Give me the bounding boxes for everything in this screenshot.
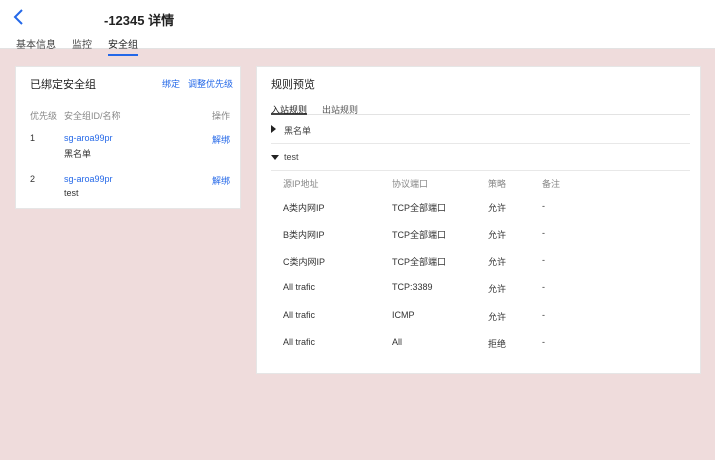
bound-security-groups-card: 已绑定安全组 绑定 调整优先级 优先级 安全组ID/名称 操作 1 sg-aro… [15,66,241,209]
rule-port: TCP:3389 [392,282,433,292]
group-label: test [284,152,299,162]
rule-port: All [392,337,403,347]
rule-source: B类内网IP [283,230,325,240]
divider [271,170,690,171]
unbind-link[interactable]: 解绑 [212,174,230,187]
caret-down-icon [271,155,279,160]
bind-link[interactable]: 绑定 [162,77,180,90]
tab-outbound-rules[interactable]: 出站规则 [322,103,358,116]
rules-subtabs: 入站规则 出站规则 [271,101,690,115]
tab-security-group[interactable]: 安全组 [108,36,138,56]
rule-port: TCP全部端口 [392,257,447,267]
rule-port: ICMP [392,310,415,320]
rule-source: All trafic [283,310,316,320]
rule-policy: 拒绝 [488,339,507,349]
column-header-source-ip: 源IP地址 [283,179,319,189]
rule-note: - [542,282,545,292]
group-label: 黑名单 [284,126,312,136]
column-header-sg-id: 安全组ID/名称 [64,111,121,121]
row-priority: 2 [30,174,36,184]
rule-policy: 允许 [488,257,507,267]
sg-id-link[interactable]: sg-aroa99pr [64,133,113,143]
column-header-priority: 优先级 [30,111,58,121]
group-test-toggle[interactable]: test [271,148,690,170]
sg-id-link[interactable]: sg-aroa99pr [64,174,113,184]
rule-note: - [542,228,545,238]
rule-source: All trafic [283,282,316,292]
column-header-policy: 策略 [488,179,507,189]
tab-basic-info[interactable]: 基本信息 [16,36,56,56]
rule-policy: 允许 [488,230,507,240]
back-arrow-icon[interactable] [12,8,26,26]
rules-preview-card: 规则预览 入站规则 出站规则 黑名单 test 源IP地址 协议端口 策略 备注… [256,66,701,374]
rule-source: C类内网IP [283,257,326,267]
page-title: -12345 详情 [104,13,175,28]
tab-inbound-rules[interactable]: 入站规则 [271,103,308,115]
divider [271,143,690,144]
bound-panel-title: 已绑定安全组 [30,79,96,91]
rule-policy: 允许 [488,203,507,213]
rule-note: - [542,337,545,347]
column-header-note: 备注 [542,179,561,189]
column-header-action: 操作 [212,111,231,121]
rule-note: - [542,310,545,320]
rules-panel-title: 规则预览 [271,79,315,91]
row-priority: 1 [30,133,36,143]
page-tabs: 基本信息 监控 安全组 [16,36,154,56]
rule-port: TCP全部端口 [392,230,447,240]
tab-monitor[interactable]: 监控 [72,36,92,56]
sg-name: test [64,188,79,198]
rule-source: A类内网IP [283,203,325,213]
adjust-priority-link[interactable]: 调整优先级 [188,77,233,90]
rule-note: - [542,201,545,211]
caret-right-icon [271,125,276,133]
rule-port: TCP全部端口 [392,203,447,213]
rule-policy: 允许 [488,312,507,322]
page-header: -12345 详情 基本信息 监控 安全组 [0,0,715,56]
rule-note: - [542,255,545,265]
rule-policy: 允许 [488,284,507,294]
sg-name: 黑名单 [64,149,92,159]
group-blacklist-toggle[interactable]: 黑名单 [271,120,690,142]
column-header-protocol-port: 协议端口 [392,179,429,189]
rule-source: All trafic [283,337,316,347]
unbind-link[interactable]: 解绑 [212,133,230,146]
